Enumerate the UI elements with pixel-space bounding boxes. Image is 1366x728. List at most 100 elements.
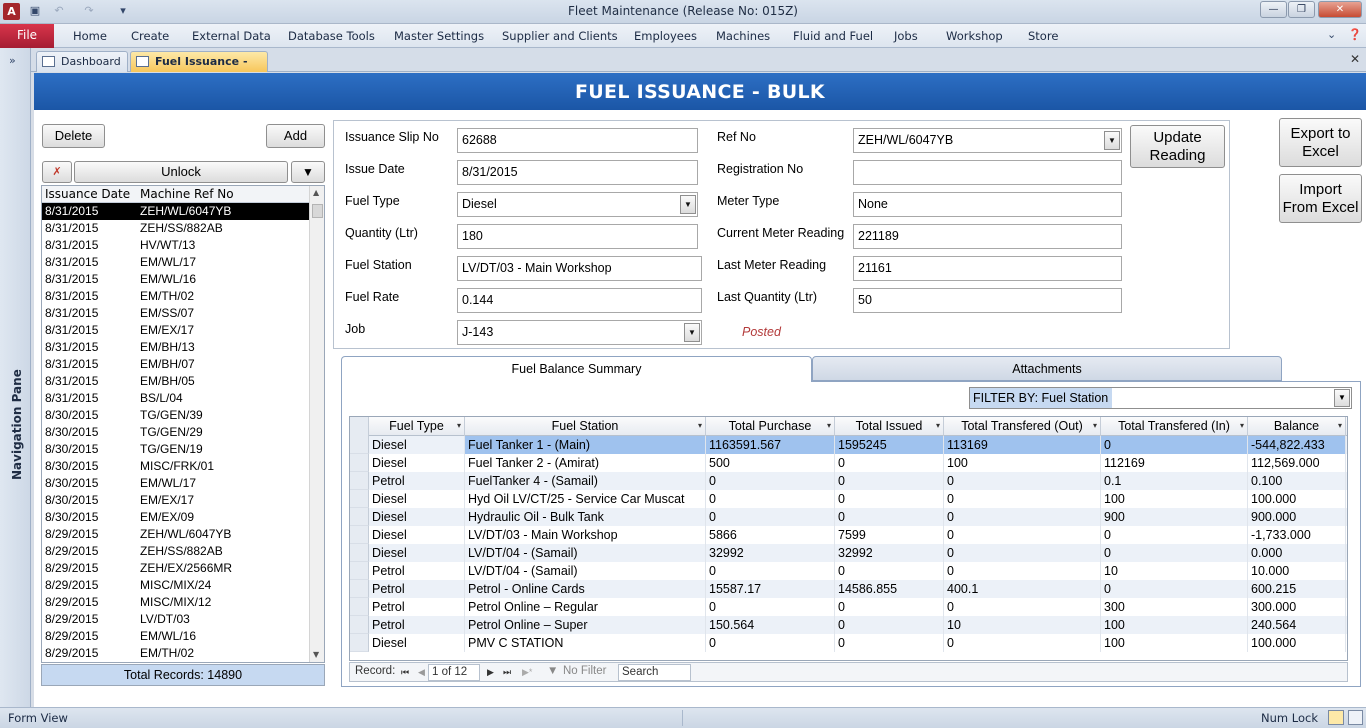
ribbon-tab-workshop[interactable]: Workshop <box>946 29 1003 43</box>
column-filter-arrow-icon[interactable]: ▾ <box>936 417 940 435</box>
clear-filter-icon[interactable]: ✗ <box>42 161 72 183</box>
update-reading-button[interactable]: Update Reading <box>1130 125 1225 168</box>
list-item[interactable]: 8/29/2015 EM/TH/02 <box>42 645 310 662</box>
fuel-rate-field[interactable]: 0.144 <box>457 288 702 313</box>
list-item[interactable]: 8/29/2015 ZEH/WL/6047YB <box>42 526 310 543</box>
row-selector[interactable] <box>350 472 369 490</box>
record-position-field[interactable]: 1 of 12 <box>428 664 480 681</box>
dropdown-arrow-icon[interactable]: ▼ <box>1104 131 1120 150</box>
expand-nav-icon[interactable]: » <box>9 54 16 67</box>
ribbon-tab-machines[interactable]: Machines <box>716 29 770 43</box>
ribbon-tab-home[interactable]: Home <box>73 29 107 43</box>
prev-record-icon[interactable]: ◀ <box>418 667 425 678</box>
quantity-field[interactable]: 180 <box>457 224 698 249</box>
ribbon-tab-create[interactable]: Create <box>131 29 169 43</box>
table-row[interactable]: Diesel Fuel Tanker 1 - (Main) 1163591.567 1… <box>350 436 1347 454</box>
ribbon-tab-external-data[interactable]: External Data <box>192 29 271 43</box>
ribbon-tab-supplier-clients[interactable]: Supplier and Clients <box>502 29 618 43</box>
delete-button[interactable]: Delete <box>42 124 105 148</box>
table-row[interactable]: Diesel LV/DT/04 - (Samail) 32992 32992 0 0 0.0… <box>350 544 1347 562</box>
ribbon-tab-master-settings[interactable]: Master Settings <box>394 29 484 43</box>
col-issuance-date[interactable]: Issuance Date <box>45 187 130 201</box>
list-item[interactable]: 8/30/2015 TG/GEN/39 <box>42 407 310 424</box>
doc-tab-dashboard[interactable]: Dashboard <box>36 51 128 72</box>
next-record-icon[interactable]: ▶ <box>487 667 494 678</box>
grid-column-header[interactable]: Total Issued ▾ <box>835 417 944 436</box>
job-select[interactable]: J-143 ▼ <box>457 320 702 345</box>
no-filter-icon[interactable]: ▼ <box>547 665 558 677</box>
col-machine-ref-no[interactable]: Machine Ref No <box>140 187 234 201</box>
list-item[interactable]: 8/31/2015 EM/WL/17 <box>42 254 310 271</box>
dropdown-arrow-icon[interactable]: ▼ <box>1334 389 1350 407</box>
grid-column-header[interactable]: Fuel Type ▾ <box>369 417 465 436</box>
table-row[interactable]: Diesel Fuel Tanker 2 - (Amirat) 500 0 100 112… <box>350 454 1347 472</box>
meter-type-field[interactable]: None <box>853 192 1122 217</box>
filter-icon[interactable]: ▼ <box>291 161 325 183</box>
row-selector[interactable] <box>350 598 369 616</box>
grid-column-header[interactable]: Balance ▾ <box>1248 417 1346 436</box>
tab-fuel-balance-summary[interactable]: Fuel Balance Summary <box>341 356 812 382</box>
row-selector[interactable] <box>350 490 369 508</box>
grid-column-header[interactable]: Total Transfered (Out) ▾ <box>944 417 1101 436</box>
list-item[interactable]: 8/31/2015 EM/BH/07 <box>42 356 310 373</box>
list-item[interactable]: 8/29/2015 MISC/MIX/24 <box>42 577 310 594</box>
last-quantity-field[interactable]: 50 <box>853 288 1122 313</box>
issuance-slip-no-field[interactable]: 62688 <box>457 128 698 153</box>
list-item[interactable]: 8/29/2015 ZEH/EX/2566MR <box>42 560 310 577</box>
column-filter-arrow-icon[interactable]: ▾ <box>457 417 461 435</box>
last-meter-reading-field[interactable]: 21161 <box>853 256 1122 281</box>
column-filter-arrow-icon[interactable]: ▾ <box>1338 417 1342 435</box>
scroll-up-icon[interactable]: ▲ <box>313 188 319 197</box>
table-row[interactable]: Diesel LV/DT/03 - Main Workshop 5866 7599 0 0… <box>350 526 1347 544</box>
list-item[interactable]: 8/31/2015 EM/WL/16 <box>42 271 310 288</box>
ref-no-select[interactable]: ZEH/WL/6047YB ▼ <box>853 128 1122 153</box>
row-selector[interactable] <box>350 544 369 562</box>
list-item[interactable]: 8/30/2015 TG/GEN/19 <box>42 441 310 458</box>
fuel-type-select[interactable]: Diesel ▼ <box>457 192 698 217</box>
table-row[interactable]: Petrol Petrol Online – Super 150.564 0 10 100… <box>350 616 1347 634</box>
row-selector[interactable] <box>350 454 369 472</box>
column-filter-arrow-icon[interactable]: ▾ <box>827 417 831 435</box>
import-from-excel-button[interactable]: Import From Excel <box>1279 174 1362 223</box>
list-item[interactable]: 8/31/2015 EM/TH/02 <box>42 288 310 305</box>
table-row[interactable]: Petrol Petrol Online – Regular 0 0 0 300 300.0… <box>350 598 1347 616</box>
select-all-corner[interactable] <box>350 417 369 436</box>
list-item[interactable]: 8/30/2015 EM/EX/09 <box>42 509 310 526</box>
issue-date-field[interactable]: 8/31/2015 <box>457 160 698 185</box>
list-item[interactable]: 8/30/2015 EM/WL/17 <box>42 475 310 492</box>
row-selector[interactable] <box>350 634 369 652</box>
row-selector[interactable] <box>350 508 369 526</box>
row-selector[interactable] <box>350 616 369 634</box>
row-selector[interactable] <box>350 526 369 544</box>
registration-no-field[interactable] <box>853 160 1122 185</box>
form-view-icon[interactable] <box>1328 710 1344 725</box>
add-button[interactable]: Add <box>266 124 325 148</box>
ribbon-tab-jobs[interactable]: Jobs <box>894 29 918 43</box>
no-filter-label[interactable]: No Filter <box>563 665 606 677</box>
dropdown-arrow-icon[interactable]: ▼ <box>684 323 700 342</box>
help-icon[interactable]: ❓ <box>1348 28 1362 41</box>
table-row[interactable]: Petrol Petrol - Online Cards 15587.17 14586… <box>350 580 1347 598</box>
scroll-thumb[interactable] <box>312 204 323 218</box>
row-selector[interactable] <box>350 436 369 454</box>
new-record-icon[interactable]: ▶* <box>522 667 532 678</box>
export-to-excel-button[interactable]: Export to Excel <box>1279 118 1362 167</box>
design-view-icon[interactable] <box>1348 710 1363 725</box>
fuel-station-field[interactable]: LV/DT/03 - Main Workshop <box>457 256 702 281</box>
table-row[interactable]: Diesel Hydraulic Oil - Bulk Tank 0 0 0 900 900… <box>350 508 1347 526</box>
table-row[interactable]: Petrol LV/DT/04 - (Samail) 0 0 0 10 10.000 <box>350 562 1347 580</box>
list-item[interactable]: 8/29/2015 ZEH/SS/882AB <box>42 543 310 560</box>
row-selector[interactable] <box>350 580 369 598</box>
list-item[interactable]: 8/31/2015 BS/L/04 <box>42 390 310 407</box>
ribbon-tab-employees[interactable]: Employees <box>634 29 697 43</box>
row-selector[interactable] <box>350 562 369 580</box>
minimize-button[interactable]: — <box>1260 1 1287 18</box>
grid-column-header[interactable]: Fuel Station ▾ <box>465 417 706 436</box>
list-scrollbar[interactable]: ▲ ▼ <box>309 186 324 662</box>
first-record-icon[interactable]: ⏮ <box>401 667 409 678</box>
current-meter-reading-field[interactable]: 221189 <box>853 224 1122 249</box>
navigation-pane[interactable]: » Navigation Pane <box>0 48 31 707</box>
close-window-button[interactable]: ✕ <box>1318 1 1362 18</box>
list-item[interactable]: 8/30/2015 TG/GEN/29 <box>42 424 310 441</box>
table-row[interactable]: Petrol FuelTanker 4 - (Samail) 0 0 0 0.1 0.100 <box>350 472 1347 490</box>
